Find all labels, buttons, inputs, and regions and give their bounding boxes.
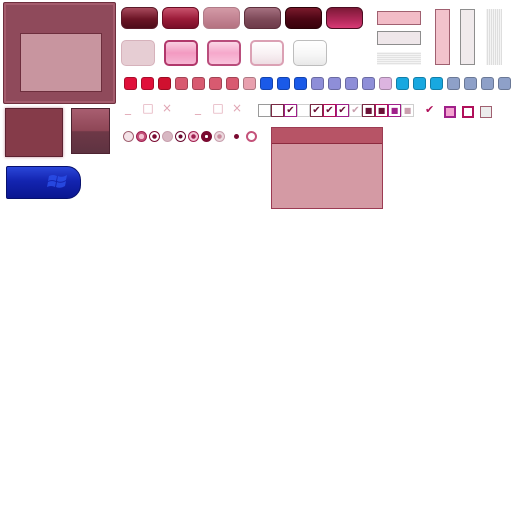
radio-checked-disabled[interactable] xyxy=(214,131,225,142)
color-square xyxy=(226,77,239,90)
checkbox-checked[interactable]: ✔ xyxy=(323,104,336,117)
radio-disabled[interactable] xyxy=(162,131,173,142)
radio-checked-pressed[interactable] xyxy=(201,131,212,142)
radio-square-disabled[interactable] xyxy=(480,106,492,118)
close-icon[interactable]: × xyxy=(161,102,173,114)
checkbox-indeterminate-disabled[interactable]: ■ xyxy=(401,104,414,117)
color-square xyxy=(430,77,443,90)
check-mark-icon: ✔ xyxy=(425,103,435,116)
start-button[interactable] xyxy=(6,166,81,199)
color-square xyxy=(362,77,375,90)
checkbox-checked[interactable]: ✔ xyxy=(284,104,297,117)
close-icon[interactable]: × xyxy=(231,102,243,114)
color-square xyxy=(464,77,477,90)
color-square xyxy=(243,77,256,90)
dialog-titlebar xyxy=(272,128,382,144)
color-square xyxy=(260,77,273,90)
color-square xyxy=(158,77,171,90)
scrollbar-h-hatched[interactable] xyxy=(377,52,421,65)
color-square xyxy=(192,77,205,90)
color-square xyxy=(277,77,290,90)
caption-tile-inactive xyxy=(71,108,110,154)
radio-checked[interactable] xyxy=(149,131,160,142)
checkbox-unchecked[interactable] xyxy=(297,104,310,117)
push-button-default[interactable] xyxy=(250,40,284,66)
caption-tile-active xyxy=(5,108,63,157)
checkbox-unchecked[interactable] xyxy=(258,104,271,117)
color-square xyxy=(413,77,426,90)
minimize-icon[interactable]: _ xyxy=(122,102,134,114)
color-square xyxy=(311,77,324,90)
maximize-icon[interactable]: □ xyxy=(212,102,224,114)
color-square xyxy=(396,77,409,90)
push-button-disabled[interactable] xyxy=(121,40,155,66)
scrollbar-v-pink[interactable] xyxy=(435,9,450,65)
color-square xyxy=(141,77,154,90)
radio-checked-normal[interactable] xyxy=(175,131,186,142)
radio-square-normal[interactable] xyxy=(462,106,474,118)
radio-focus[interactable] xyxy=(246,131,257,142)
checkbox-checked[interactable]: ✔ xyxy=(310,104,323,117)
color-square xyxy=(481,77,494,90)
button-state-inactive[interactable] xyxy=(244,7,281,29)
radio-hover[interactable] xyxy=(136,131,147,142)
color-square xyxy=(209,77,222,90)
checkbox-checked[interactable]: ✔ xyxy=(336,104,349,117)
radio-dot-icon xyxy=(234,134,239,139)
checkbox-indeterminate[interactable]: ■ xyxy=(362,104,375,117)
button-state-normal[interactable] xyxy=(121,7,158,29)
color-square xyxy=(328,77,341,90)
windows-flag-icon xyxy=(47,175,67,188)
push-button-pressed[interactable] xyxy=(164,40,198,66)
window-client-area xyxy=(20,33,102,92)
maximize-icon[interactable]: □ xyxy=(142,102,154,114)
color-square xyxy=(124,77,137,90)
checkbox-checked-disabled[interactable]: ✔ xyxy=(349,104,362,117)
dialog-window-sprite xyxy=(271,127,383,209)
checkbox-indeterminate[interactable]: ■ xyxy=(388,104,401,117)
window-frame-sprite xyxy=(3,2,116,104)
scrollbar-h-pink[interactable] xyxy=(377,11,421,25)
color-square xyxy=(498,77,511,90)
checkbox-unchecked[interactable] xyxy=(271,104,284,117)
color-square xyxy=(379,77,392,90)
scrollbar-v-grey[interactable] xyxy=(460,9,475,65)
radio-unchecked[interactable] xyxy=(123,131,134,142)
button-state-pressed[interactable] xyxy=(285,7,322,29)
scrollbar-v-hatched[interactable] xyxy=(486,9,502,65)
minimize-icon[interactable]: _ xyxy=(192,102,204,114)
button-state-hover[interactable] xyxy=(162,7,199,29)
color-square xyxy=(447,77,460,90)
color-square xyxy=(175,77,188,90)
color-square xyxy=(345,77,358,90)
scrollbar-h-grey[interactable] xyxy=(377,31,421,45)
checkbox-indeterminate[interactable]: ■ xyxy=(375,104,388,117)
push-button-normal[interactable] xyxy=(293,40,327,66)
color-square xyxy=(294,77,307,90)
radio-square-pressed[interactable] xyxy=(444,106,456,118)
button-state-focus[interactable] xyxy=(326,7,363,29)
push-button-hover[interactable] xyxy=(207,40,241,66)
button-state-disabled[interactable] xyxy=(203,7,240,29)
radio-checked-hover[interactable] xyxy=(188,131,199,142)
